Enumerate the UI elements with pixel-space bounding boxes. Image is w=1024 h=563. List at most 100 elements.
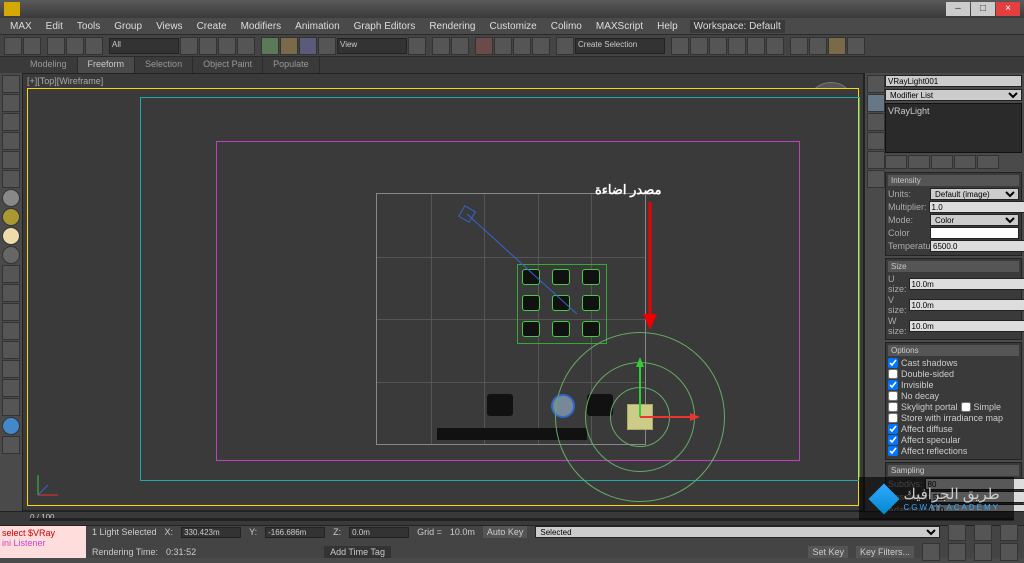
- nodecay-checkbox[interactable]: [888, 391, 898, 401]
- modifier-stack[interactable]: VRayLight: [885, 103, 1022, 153]
- placement-icon[interactable]: [318, 37, 336, 55]
- cast-shadows-checkbox[interactable]: [888, 358, 898, 368]
- unique-icon[interactable]: [931, 155, 953, 169]
- menu-create[interactable]: Create: [191, 19, 233, 34]
- select-region-icon[interactable]: [218, 37, 236, 55]
- selection-filter[interactable]: All: [109, 38, 179, 54]
- viewport-label[interactable]: [+][Top][Wireframe]: [27, 76, 103, 86]
- play-icon[interactable]: [948, 523, 966, 541]
- minimize-button[interactable]: –: [946, 2, 970, 16]
- sphere-icon[interactable]: [2, 189, 20, 207]
- pivot-icon[interactable]: [408, 37, 426, 55]
- nav-icon[interactable]: [922, 543, 940, 561]
- tool-icon[interactable]: [2, 113, 20, 131]
- tool-icon[interactable]: [2, 360, 20, 378]
- curve-editor-icon[interactable]: [728, 37, 746, 55]
- sphere-icon[interactable]: [2, 417, 20, 435]
- nav-icon[interactable]: [1000, 543, 1018, 561]
- tool-icon[interactable]: [2, 151, 20, 169]
- snap-icon[interactable]: [475, 37, 493, 55]
- config-icon[interactable]: [977, 155, 999, 169]
- tool-icon[interactable]: [2, 303, 20, 321]
- render-frame-icon[interactable]: [809, 37, 827, 55]
- mirror-icon[interactable]: [671, 37, 689, 55]
- manipulate-icon[interactable]: [432, 37, 450, 55]
- close-button[interactable]: ×: [996, 2, 1020, 16]
- nav-icon[interactable]: [974, 543, 992, 561]
- menu-rendering[interactable]: Rendering: [423, 19, 481, 34]
- tab-selection[interactable]: Selection: [135, 57, 193, 73]
- y-coord-input[interactable]: [265, 527, 325, 538]
- angle-snap-icon[interactable]: [494, 37, 512, 55]
- tool-icon[interactable]: [2, 398, 20, 416]
- tab-freeform[interactable]: Freeform: [78, 57, 136, 73]
- tool-icon[interactable]: [2, 322, 20, 340]
- nav-icon[interactable]: [948, 543, 966, 561]
- named-sel-icon[interactable]: [556, 37, 574, 55]
- prev-frame-icon[interactable]: [974, 523, 992, 541]
- percent-snap-icon[interactable]: [513, 37, 531, 55]
- tab-objectpaint[interactable]: Object Paint: [193, 57, 263, 73]
- show-result-icon[interactable]: [908, 155, 930, 169]
- setkey-button[interactable]: Set Key: [808, 546, 848, 558]
- keyboard-icon[interactable]: [451, 37, 469, 55]
- scale-icon[interactable]: [299, 37, 317, 55]
- tool-icon[interactable]: [2, 75, 20, 93]
- menu-grapheditors[interactable]: Graph Editors: [348, 19, 422, 34]
- remove-mod-icon[interactable]: [954, 155, 976, 169]
- pin-stack-icon[interactable]: [885, 155, 907, 169]
- schematic-icon[interactable]: [747, 37, 765, 55]
- max-menu[interactable]: MAX: [4, 19, 38, 34]
- layers-icon[interactable]: [709, 37, 727, 55]
- window-crossing-icon[interactable]: [237, 37, 255, 55]
- refcoord-dropdown[interactable]: View: [337, 38, 407, 54]
- named-selection-dropdown[interactable]: Create Selection: [575, 38, 665, 54]
- link-icon[interactable]: [47, 37, 65, 55]
- tool-icon[interactable]: [2, 379, 20, 397]
- tool-icon[interactable]: [2, 284, 20, 302]
- viewport[interactable]: [+][Top][Wireframe]: [22, 73, 864, 511]
- color-swatch[interactable]: [930, 227, 1019, 239]
- menu-group[interactable]: Group: [108, 19, 148, 34]
- object-name-field[interactable]: [885, 75, 1022, 87]
- workspace-selector[interactable]: Workspace: Default: [690, 20, 785, 33]
- tool-icon[interactable]: [2, 94, 20, 112]
- autokey-button[interactable]: Auto Key: [483, 526, 528, 538]
- modifier-list-dropdown[interactable]: Modifier List: [885, 89, 1022, 101]
- tool-icon[interactable]: [2, 132, 20, 150]
- menu-edit[interactable]: Edit: [40, 19, 69, 34]
- tab-modeling[interactable]: Modeling: [20, 57, 78, 73]
- move-icon[interactable]: [261, 37, 279, 55]
- affect-diffuse-checkbox[interactable]: [888, 424, 898, 434]
- mode-select[interactable]: Color: [930, 214, 1019, 226]
- menu-tools[interactable]: Tools: [71, 19, 106, 34]
- select-icon[interactable]: [180, 37, 198, 55]
- double-sided-checkbox[interactable]: [888, 369, 898, 379]
- render-icon[interactable]: [828, 37, 846, 55]
- temperature-input[interactable]: [930, 240, 1024, 252]
- usize-input[interactable]: [909, 278, 1024, 290]
- multiplier-input[interactable]: [929, 201, 1024, 213]
- simple-checkbox[interactable]: [961, 402, 971, 412]
- bind-icon[interactable]: [85, 37, 103, 55]
- teapot-icon[interactable]: [847, 37, 865, 55]
- material-editor-icon[interactable]: [766, 37, 784, 55]
- menu-maxscript[interactable]: MAXScript: [590, 19, 649, 34]
- maximize-button[interactable]: □: [971, 2, 995, 16]
- align-icon[interactable]: [690, 37, 708, 55]
- room-geometry[interactable]: مصدر اضاءة: [376, 193, 646, 445]
- menu-animation[interactable]: Animation: [289, 19, 345, 34]
- skylight-checkbox[interactable]: [888, 402, 898, 412]
- next-frame-icon[interactable]: [1000, 523, 1018, 541]
- object[interactable]: [487, 394, 513, 416]
- tab-populate[interactable]: Populate: [263, 57, 320, 73]
- tool-icon[interactable]: [2, 170, 20, 188]
- maxscript-listener[interactable]: select $VRay ini Listener: [0, 526, 86, 558]
- store-irr-checkbox[interactable]: [888, 413, 898, 423]
- wsize-input[interactable]: [909, 320, 1024, 332]
- x-coord-input[interactable]: [181, 527, 241, 538]
- keyfilters-button[interactable]: Key Filters...: [856, 546, 914, 558]
- menu-customize[interactable]: Customize: [483, 19, 542, 34]
- invisible-checkbox[interactable]: [888, 380, 898, 390]
- sphere-icon[interactable]: [2, 227, 20, 245]
